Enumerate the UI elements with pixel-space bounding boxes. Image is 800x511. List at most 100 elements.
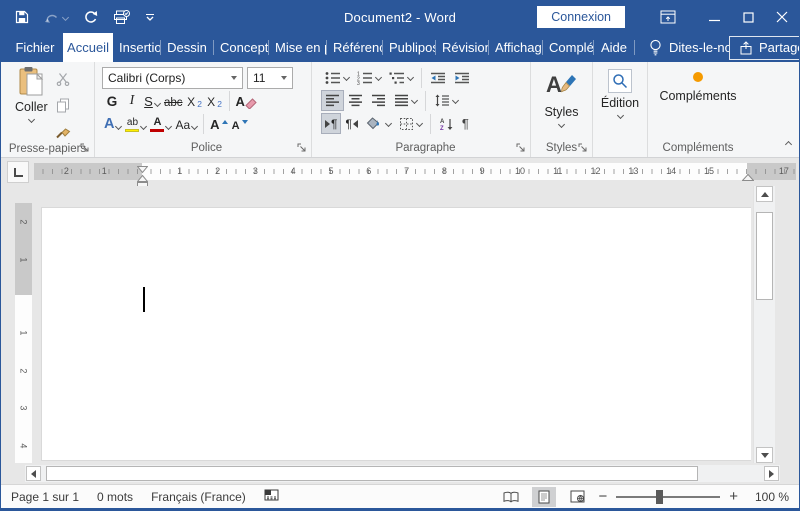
- increase-indent-button[interactable]: [450, 67, 474, 88]
- styles-dialog-launcher[interactable]: [577, 142, 589, 154]
- scroll-right-button[interactable]: [764, 466, 779, 481]
- grow-font-button[interactable]: A: [208, 113, 229, 134]
- scroll-down-button[interactable]: [756, 447, 773, 463]
- right-indent-marker[interactable]: [742, 174, 754, 181]
- horizontal-ruler: 21 1 2 3 4 5 6 7 8 9 10 11 12 13 14 15 17: [34, 163, 796, 189]
- left-to-right-button[interactable]: ¶: [321, 113, 342, 134]
- shading-button[interactable]: [362, 113, 395, 134]
- subscript-button[interactable]: X2: [185, 90, 205, 111]
- save-button[interactable]: [15, 10, 29, 24]
- tab-fichier[interactable]: Fichier: [7, 33, 63, 62]
- horizontal-scrollbar[interactable]: [25, 465, 780, 482]
- collapse-ribbon-button[interactable]: [784, 134, 793, 152]
- tab-publipostage[interactable]: Publipostage: [383, 33, 435, 62]
- scroll-down-icon: [760, 452, 769, 458]
- redo-button[interactable]: [83, 10, 98, 24]
- zoom-slider[interactable]: [616, 489, 721, 504]
- redo-icon: [85, 11, 98, 23]
- group-paragraph: 123 ¶ ¶ A Z ¶ Paragraphe: [312, 62, 531, 157]
- font-name-combo[interactable]: Calibri (Corps): [102, 66, 243, 89]
- justify-button[interactable]: [390, 90, 421, 111]
- tab-complements[interactable]: Compléments: [543, 33, 593, 62]
- underline-button[interactable]: S: [142, 90, 162, 111]
- minimize-button[interactable]: [697, 1, 731, 33]
- document-page[interactable]: [41, 207, 751, 461]
- read-mode-button[interactable]: [499, 487, 523, 507]
- group-editing: Édition: [593, 62, 648, 157]
- print-layout-button[interactable]: [532, 486, 557, 507]
- zoom-level[interactable]: 100 %: [747, 490, 789, 504]
- horizontal-scroll-thumb[interactable]: [46, 466, 698, 481]
- tab-separator: [634, 40, 635, 55]
- paragraph-dialog-launcher[interactable]: [515, 142, 527, 154]
- zoom-slider-thumb[interactable]: [655, 489, 663, 504]
- editing-button[interactable]: Édition: [593, 66, 647, 120]
- tab-stop-selector[interactable]: [7, 161, 29, 183]
- borders-button[interactable]: [395, 113, 426, 134]
- font-dialog-launcher[interactable]: [296, 142, 308, 154]
- scroll-left-button[interactable]: [26, 466, 41, 481]
- tab-revision[interactable]: Révision: [436, 33, 488, 62]
- bold-button[interactable]: G: [102, 90, 122, 111]
- connexion-button[interactable]: Connexion: [537, 6, 625, 28]
- web-layout-button[interactable]: [565, 487, 589, 507]
- styles-button[interactable]: A Styles: [531, 66, 592, 129]
- format-painter-button[interactable]: [52, 121, 74, 141]
- text-effects-button[interactable]: A: [102, 113, 123, 134]
- change-case-button[interactable]: Aa: [173, 113, 199, 134]
- scroll-up-button[interactable]: [756, 186, 773, 202]
- align-center-button[interactable]: [344, 90, 367, 111]
- macro-record-button[interactable]: [264, 489, 279, 504]
- maximize-button[interactable]: [731, 1, 765, 33]
- show-marks-button[interactable]: ¶: [458, 113, 473, 134]
- line-spacing-button[interactable]: [430, 90, 462, 111]
- close-button[interactable]: [765, 1, 799, 33]
- tab-aide[interactable]: Aide: [594, 33, 634, 62]
- vertical-scrollbar[interactable]: [753, 186, 775, 463]
- zoom-out-button[interactable]: −: [598, 489, 607, 504]
- vertical-ruler: 21 12345: [15, 203, 32, 463]
- superscript-button[interactable]: X2: [205, 90, 225, 111]
- share-button[interactable]: Partager: [729, 35, 799, 60]
- cut-button[interactable]: [52, 69, 74, 89]
- decrease-indent-button[interactable]: [426, 67, 450, 88]
- paste-button[interactable]: Coller: [15, 66, 48, 141]
- customize-quick-access-button[interactable]: [145, 13, 155, 22]
- page-indicator[interactable]: Page 1 sur 1: [11, 490, 79, 504]
- text-effects-dropdown-icon: [115, 122, 123, 131]
- tab-dessin[interactable]: Dessin: [161, 33, 213, 62]
- sort-button[interactable]: AZ: [435, 113, 458, 134]
- language-indicator[interactable]: Français (France): [151, 490, 246, 504]
- bullets-button[interactable]: [321, 67, 353, 88]
- font-size-combo[interactable]: 11: [247, 66, 293, 89]
- right-to-left-button[interactable]: ¶: [341, 113, 361, 134]
- align-right-button[interactable]: [367, 90, 390, 111]
- clear-formatting-button[interactable]: A: [234, 90, 259, 111]
- tab-accueil[interactable]: Accueil: [63, 33, 113, 62]
- tab-references[interactable]: Références: [327, 33, 382, 62]
- print-preview-button[interactable]: [113, 9, 130, 25]
- ribbon-display-options-button[interactable]: [651, 1, 685, 33]
- undo-button[interactable]: [44, 11, 70, 24]
- copy-button[interactable]: [52, 95, 74, 115]
- numbering-button[interactable]: 123: [353, 67, 385, 88]
- tell-me-button[interactable]: Dites-le-nous: [649, 33, 729, 62]
- tab-conception[interactable]: Conception: [214, 33, 268, 62]
- zoom-in-button[interactable]: +: [729, 489, 738, 504]
- shrink-font-button[interactable]: A: [230, 113, 250, 134]
- tab-affichage[interactable]: Affichage: [489, 33, 542, 62]
- italic-button[interactable]: I: [122, 90, 142, 111]
- multilevel-list-button[interactable]: [385, 67, 417, 88]
- vertical-scroll-thumb[interactable]: [756, 212, 773, 300]
- addins-button[interactable]: Compléments: [648, 66, 748, 103]
- align-left-button[interactable]: [321, 90, 344, 111]
- highlight-button[interactable]: ab: [123, 113, 148, 134]
- tab-mise-en-page[interactable]: Mise en page: [269, 33, 326, 62]
- word-count[interactable]: 0 mots: [97, 490, 133, 504]
- ltr-pilcrow: ¶: [331, 116, 338, 131]
- strikethrough-button[interactable]: abc: [162, 90, 185, 111]
- font-color-button[interactable]: A: [148, 113, 173, 134]
- clipboard-dialog-launcher[interactable]: [79, 142, 91, 154]
- font-size-dropdown-icon: [281, 75, 287, 80]
- tab-insertion[interactable]: Insertion: [113, 33, 160, 62]
